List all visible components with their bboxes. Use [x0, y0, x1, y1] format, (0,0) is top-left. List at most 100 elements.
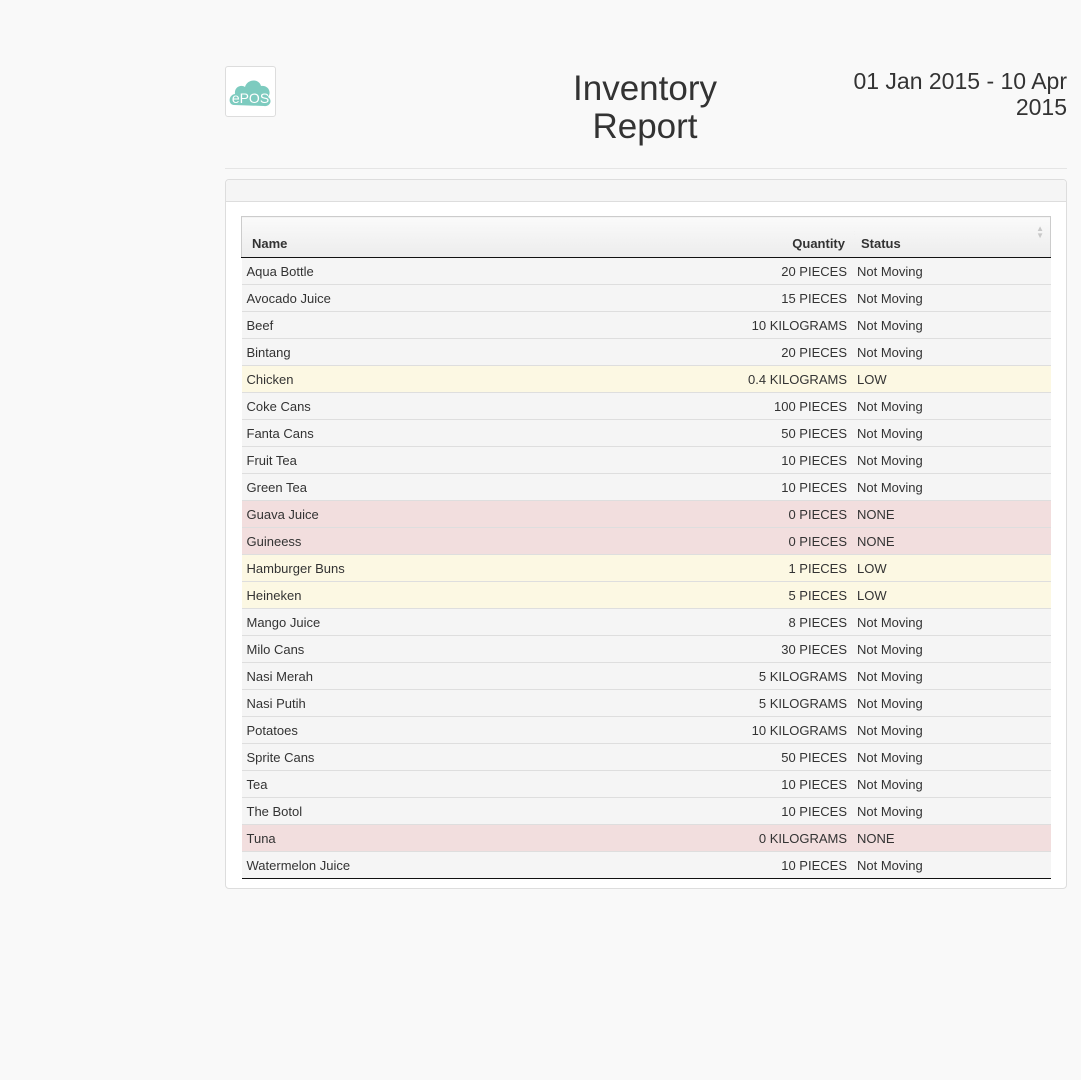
cell-name: Potatoes — [241, 716, 542, 744]
table-row: Potatoes 10 KILOGRAMS Not Moving — [241, 716, 1051, 744]
report-page: ePOS Inventory Report 01 Jan 2015 - 10 A… — [225, 0, 1067, 889]
table-row: Chicken 0.4 KILOGRAMS LOW — [241, 365, 1051, 393]
cell-name: Tea — [241, 770, 542, 798]
cell-quantity: 0 KILOGRAMS — [542, 824, 855, 852]
cell-status: NONE — [855, 500, 1051, 528]
cell-status: Not Moving — [855, 797, 1051, 825]
cell-quantity: 20 PIECES — [542, 338, 855, 366]
cell-status: NONE — [855, 527, 1051, 555]
cell-status: Not Moving — [855, 446, 1051, 474]
report-panel: Name ▲ Quantity ▲▼ Status ▲▼ Aqua Bot — [225, 179, 1067, 889]
cell-quantity: 5 PIECES — [542, 581, 855, 609]
column-header-status-label: Status — [861, 236, 901, 251]
cell-name: Hamburger Buns — [241, 554, 542, 582]
cell-quantity: 10 PIECES — [542, 770, 855, 798]
table-row: Tuna 0 KILOGRAMS NONE — [241, 824, 1051, 852]
cell-name: Nasi Putih — [241, 689, 542, 717]
column-header-quantity-label: Quantity — [792, 236, 845, 251]
table-row: Avocado Juice 15 PIECES Not Moving — [241, 284, 1051, 312]
cell-quantity: 5 KILOGRAMS — [542, 689, 855, 717]
cell-name: Nasi Merah — [241, 662, 542, 690]
cell-quantity: 0.4 KILOGRAMS — [542, 365, 855, 393]
page-title: Inventory Report — [573, 69, 717, 146]
cell-status: Not Moving — [855, 662, 1051, 690]
cell-quantity: 10 KILOGRAMS — [542, 311, 855, 339]
table-row: The Botol 10 PIECES Not Moving — [241, 797, 1051, 825]
table-row: Fanta Cans 50 PIECES Not Moving — [241, 419, 1051, 447]
cell-name: The Botol — [241, 797, 542, 825]
column-header-status[interactable]: Status ▲ ▼ — [855, 216, 1051, 258]
cell-name: Coke Cans — [241, 392, 542, 420]
cell-name: Guava Juice — [241, 500, 542, 528]
table-row: Guava Juice 0 PIECES NONE — [241, 500, 1051, 528]
cell-name: Aqua Bottle — [241, 257, 542, 285]
inventory-table: Name ▲ Quantity ▲▼ Status ▲▼ Aqua Bot — [241, 216, 1051, 879]
cell-status: Not Moving — [855, 338, 1051, 366]
cell-name: Beef — [241, 311, 542, 339]
cell-name: Watermelon Juice — [241, 851, 542, 879]
cell-status: Not Moving — [855, 257, 1051, 285]
cell-status: Not Moving — [855, 419, 1051, 447]
cell-name: Milo Cans — [241, 635, 542, 663]
cell-quantity: 0 PIECES — [542, 500, 855, 528]
cell-status: LOW — [855, 554, 1051, 582]
cell-status: LOW — [855, 365, 1051, 393]
cell-name: Fruit Tea — [241, 446, 542, 474]
logo-text: ePOS — [232, 90, 269, 106]
cell-quantity: 100 PIECES — [542, 392, 855, 420]
table-body: Aqua Bottle 20 PIECES Not Moving Avocado Ju… — [241, 257, 1051, 879]
column-header-name-label: Name — [252, 236, 288, 251]
cell-status: Not Moving — [855, 716, 1051, 744]
table-row: Heineken 5 PIECES LOW — [241, 581, 1051, 609]
column-header-name[interactable]: Name ▲ — [241, 216, 550, 258]
column-header-quantity[interactable]: Quantity ▲▼ — [542, 216, 861, 258]
table-wrapper: Name ▲ Quantity ▲▼ Status ▲▼ Aqua Bot — [241, 216, 1051, 879]
table-row: Fruit Tea 10 PIECES Not Moving — [241, 446, 1051, 474]
table-row: Beef 10 KILOGRAMS Not Moving — [241, 311, 1051, 339]
cell-quantity: 5 KILOGRAMS — [542, 662, 855, 690]
cell-name: Sprite Cans — [241, 743, 542, 771]
cell-status: Not Moving — [855, 392, 1051, 420]
cell-quantity: 10 PIECES — [542, 446, 855, 474]
cell-status: Not Moving — [855, 635, 1051, 663]
cell-quantity: 10 PIECES — [542, 797, 855, 825]
table-row: Aqua Bottle 20 PIECES Not Moving — [241, 257, 1051, 285]
cell-status: Not Moving — [855, 284, 1051, 312]
cell-quantity: 8 PIECES — [542, 608, 855, 636]
cell-status: Not Moving — [855, 770, 1051, 798]
cell-quantity: 10 PIECES — [542, 851, 855, 879]
cell-status: Not Moving — [855, 743, 1051, 771]
table-row: Bintang 20 PIECES Not Moving — [241, 338, 1051, 366]
table-header-row: Name ▲ Quantity ▲▼ Status ▲▼ — [241, 216, 1051, 258]
cell-quantity: 10 PIECES — [542, 473, 855, 501]
table-row: Nasi Putih 5 KILOGRAMS Not Moving — [241, 689, 1051, 717]
cell-name: Heineken — [241, 581, 542, 609]
sort-both-icon: ▲▼ — [1036, 224, 1044, 240]
table-row: Milo Cans 30 PIECES Not Moving — [241, 635, 1051, 663]
cell-quantity: 1 PIECES — [542, 554, 855, 582]
table-row: Mango Juice 8 PIECES Not Moving — [241, 608, 1051, 636]
cell-quantity: 0 PIECES — [542, 527, 855, 555]
table-row: Green Tea 10 PIECES Not Moving — [241, 473, 1051, 501]
cell-status: Not Moving — [855, 473, 1051, 501]
cell-status: NONE — [855, 824, 1051, 852]
cell-quantity: 15 PIECES — [542, 284, 855, 312]
table-row: Hamburger Buns 1 PIECES LOW — [241, 554, 1051, 582]
cell-name: Mango Juice — [241, 608, 542, 636]
cell-quantity: 20 PIECES — [542, 257, 855, 285]
cell-status: Not Moving — [855, 608, 1051, 636]
cell-status: LOW — [855, 581, 1051, 609]
cell-quantity: 50 PIECES — [542, 419, 855, 447]
cell-status: Not Moving — [855, 851, 1051, 879]
panel-heading — [226, 180, 1066, 202]
table-row: Tea 10 PIECES Not Moving — [241, 770, 1051, 798]
table-row: Watermelon Juice 10 PIECES Not Moving — [241, 851, 1051, 879]
table-row: Guineess 0 PIECES NONE — [241, 527, 1051, 555]
cell-name: Avocado Juice — [241, 284, 542, 312]
date-range: 01 Jan 2015 - 10 Apr 2015 — [853, 68, 1067, 120]
cell-name: Tuna — [241, 824, 542, 852]
epos-logo-icon: ePOS — [225, 66, 276, 117]
report-header: ePOS Inventory Report 01 Jan 2015 - 10 A… — [225, 0, 1067, 169]
cell-name: Guineess — [241, 527, 542, 555]
table-row: Nasi Merah 5 KILOGRAMS Not Moving — [241, 662, 1051, 690]
